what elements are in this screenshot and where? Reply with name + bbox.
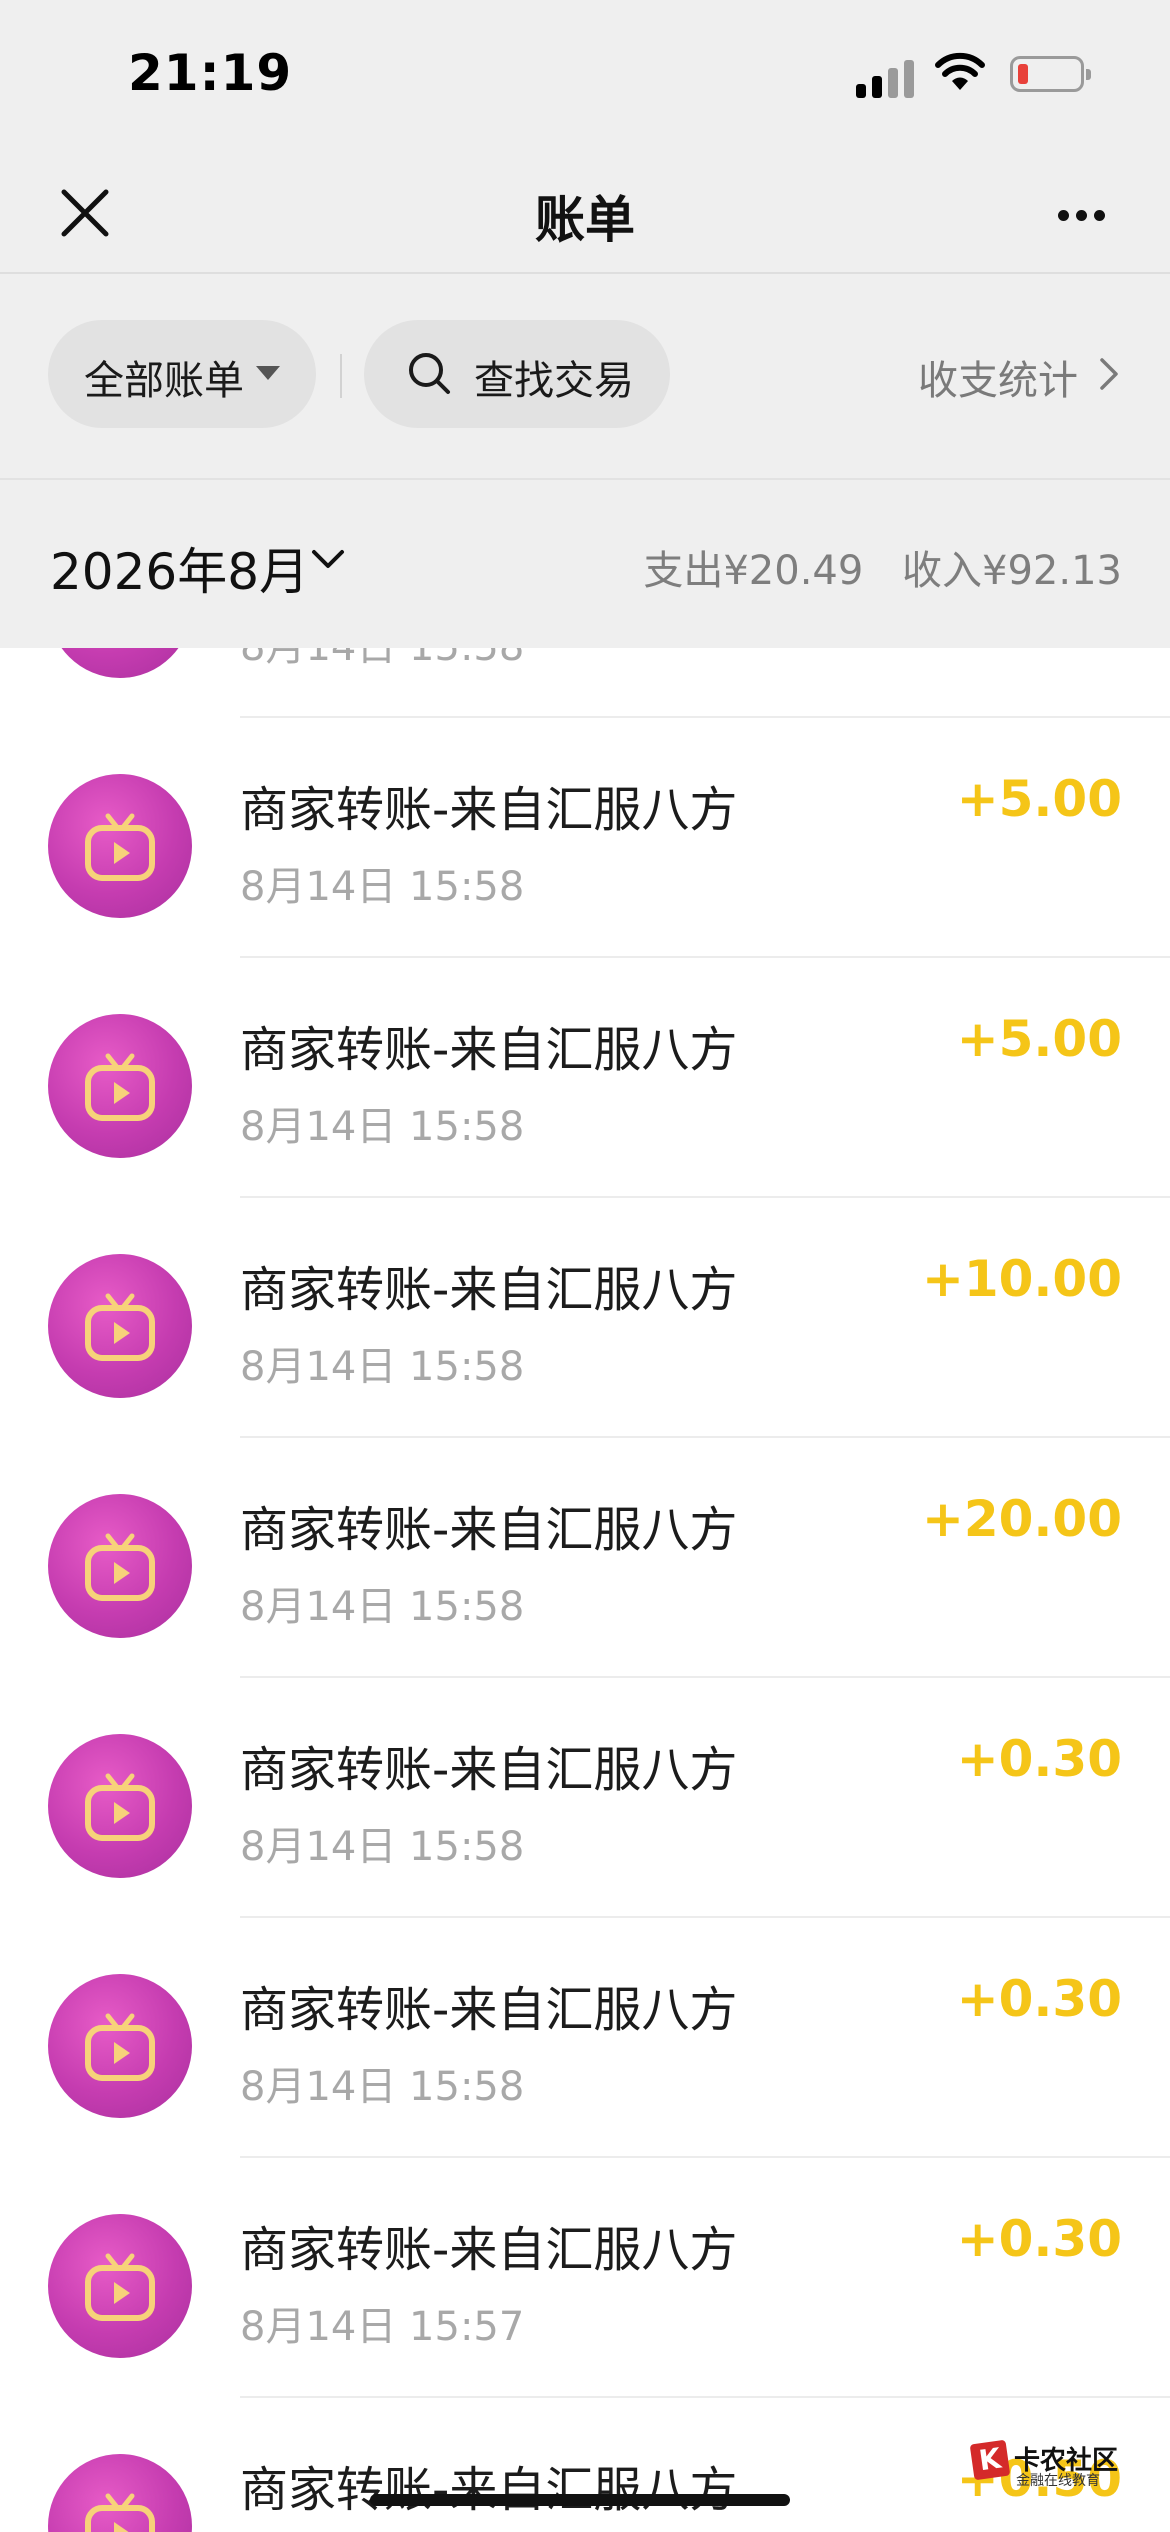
transaction-row[interactable]: 商家转账-来自汇服八方 8月14日 15:57 +0.30 [0,2158,1170,2398]
transaction-title: 商家转账-来自汇服八方 [240,1742,738,1798]
tv-play-icon [85,1053,155,1121]
transaction-time: 8月14日 15:58 [240,1824,525,1870]
home-indicator[interactable] [370,2494,790,2506]
transaction-row[interactable]: 商家转账-来自汇服八方 8月14日 15:58 +5.00 [0,958,1170,1198]
transaction-amount: +0.30 [956,2210,1122,2268]
transaction-title: 商家转账-来自汇服八方 [240,782,738,838]
tv-play-icon [85,2253,155,2321]
transaction-time: 8月14日 15:58 [240,2064,525,2110]
transaction-amount: +10.00 [921,1250,1122,1308]
transaction-amount: +5.00 [956,1010,1122,1068]
merchant-avatar [48,2454,192,2532]
transaction-title: 商家转账-来自汇服八方 [240,2222,738,2278]
transaction-time: 8月14日 15:58 [240,1584,525,1630]
transaction-list: 商家转账-来自汇服八方8月14日 15:58商家转账-来自汇服八方8月14日 1… [0,648,1170,2532]
transaction-title: 商家转账-来自汇服八方 [240,1982,738,2038]
status-time: 21:19 [128,44,293,102]
tv-play-icon [85,2013,155,2081]
merchant-avatar [48,1494,192,1638]
tv-play-icon [85,1293,155,1361]
tv-play-icon [85,2493,155,2532]
transaction-amount: +5.00 [956,770,1122,828]
search-label: 查找交易 [474,358,634,404]
signal-icon [856,58,916,98]
all-bills-dropdown[interactable]: 全部账单 [48,320,316,428]
merchant-avatar [48,1014,192,1158]
merchant-avatar [48,774,192,918]
all-bills-label: 全部账单 [84,358,244,404]
wifi-icon [935,52,985,90]
month-summary: 2026年8月 支出¥20.49 收入¥92.13 [0,480,1170,648]
stats-link[interactable]: 收支统计 [918,348,1118,406]
transaction-row[interactable]: 商家转账-来自汇服八方8月14日 15:58 [0,648,1170,718]
merchant-avatar [48,648,192,678]
transaction-title: 商家转账-来自汇服八方 [240,1502,738,1558]
transaction-row[interactable]: 商家转账-来自汇服八方 8月14日 15:58 +10.00 [0,1198,1170,1438]
tv-play-icon [85,1533,155,1601]
income-total: 收入¥92.13 [902,548,1122,594]
transaction-time: 8月14日 15:58 [240,1104,525,1150]
more-button[interactable] [1040,180,1120,246]
search-icon [409,353,450,394]
transaction-title: 商家转账-来自汇服八方 [240,2462,738,2518]
transaction-amount: +20.00 [921,1490,1122,1548]
divider [340,354,342,398]
transaction-time: 8月14日 15:57 [240,2304,525,2350]
transaction-title: 商家转账-来自汇服八方 [240,1022,738,1078]
transaction-title: 商家转账-来自汇服八方 [240,1262,738,1318]
status-bar: 21:19 [0,0,1170,150]
page-title: 账单 [535,191,635,249]
caret-down-icon [256,366,280,380]
transaction-row[interactable]: 商家转账-来自汇服八方 8月14日 15:58 +20.00 [0,1438,1170,1678]
watermark-subtitle: 金融在线教育 [1016,2473,1100,2489]
watermark-logo: K 卡农社区 金融在线教育 [969,2439,1122,2490]
expense-total: 支出¥20.49 [643,548,864,594]
merchant-avatar [48,1254,192,1398]
transaction-row[interactable]: 商家转账-来自汇服八方 8月14日 15:58 +0.30 [0,1918,1170,2158]
transaction-amount: +0.30 [956,1730,1122,1788]
chevron-right-icon [1100,358,1118,390]
stats-label: 收支统计 [918,358,1078,404]
chevron-down-icon[interactable] [308,546,348,574]
filter-bar: 全部账单 查找交易 收支统计 [0,274,1170,478]
month-totals: 支出¥20.49 收入¥92.13 [617,538,1122,596]
merchant-avatar [48,2214,192,2358]
tv-play-icon [85,813,155,881]
tv-play-icon [85,1773,155,1841]
transaction-time: 8月14日 15:58 [240,1344,525,1390]
transaction-amount: +0.30 [956,1970,1122,2028]
transaction-row[interactable]: 商家转账-来自汇服八方 8月14日 15:58 +0.30 [0,1678,1170,1918]
merchant-avatar [48,1734,192,1878]
nav-bar: 账单 [0,150,1170,272]
transaction-time: 8月14日 15:58 [240,864,525,910]
search-transactions-button[interactable]: 查找交易 [364,320,670,428]
transaction-time: 8月14日 15:58 [240,648,524,672]
transaction-row[interactable]: 商家转账-来自汇服八方 8月14日 15:58 +5.00 [0,718,1170,958]
merchant-avatar [48,1974,192,2118]
month-selector[interactable]: 2026年8月 [50,532,309,604]
tv-play-icon [80,648,160,650]
battery-icon [1010,56,1091,92]
